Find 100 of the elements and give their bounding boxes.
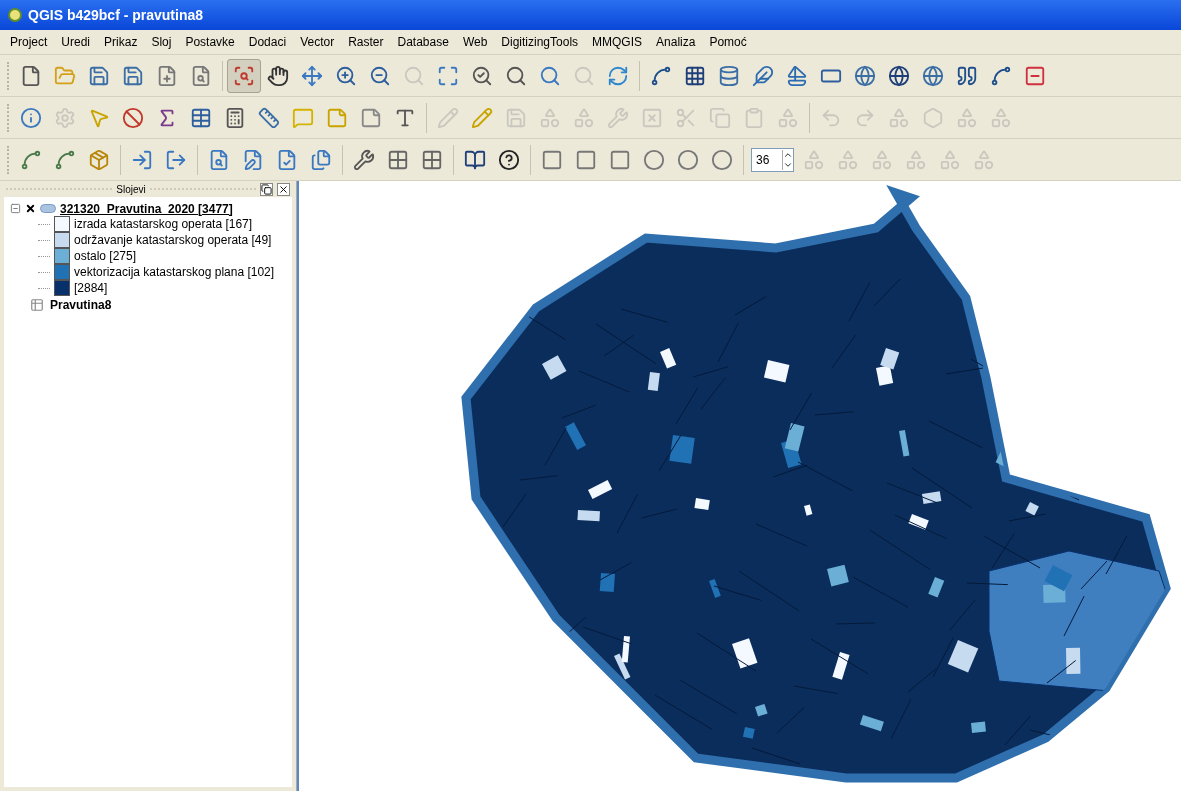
clipboard-icon xyxy=(743,106,765,129)
magnifier-icon xyxy=(403,64,425,87)
circle-icon xyxy=(711,148,733,171)
square-x-icon xyxy=(641,106,663,129)
wrench-icon xyxy=(353,148,375,171)
magnifier-icon xyxy=(471,64,493,87)
menu-item[interactable]: Web xyxy=(462,33,488,51)
full-extent-icon xyxy=(437,64,459,87)
vertex-line-icon xyxy=(990,64,1012,87)
shapes-icon xyxy=(871,148,893,171)
square-icon xyxy=(575,148,597,171)
circle-icon xyxy=(643,148,665,171)
menu-item[interactable]: MMQGIS xyxy=(592,33,643,51)
globe-icon xyxy=(922,64,944,87)
folder-icon xyxy=(54,64,76,87)
grid-icon xyxy=(684,64,706,87)
scissors-icon xyxy=(675,106,697,129)
gear-icon xyxy=(54,106,76,129)
file-search-icon xyxy=(208,148,230,171)
float-icon[interactable] xyxy=(260,182,273,196)
polygon-layer-icon xyxy=(40,204,56,213)
shapes-icon xyxy=(777,106,799,129)
package-icon xyxy=(88,148,110,171)
menu-item[interactable]: Dodaci xyxy=(248,33,287,51)
table-layer-icon xyxy=(30,298,44,312)
hexagon-icon xyxy=(922,106,944,129)
shapes-icon xyxy=(973,148,995,171)
book-icon xyxy=(464,148,486,171)
shapes-icon xyxy=(990,106,1012,129)
menu-item[interactable]: Vector xyxy=(300,33,335,51)
note-icon xyxy=(326,106,348,129)
log-out-icon xyxy=(165,148,187,171)
square-icon xyxy=(541,148,563,171)
log-in-icon xyxy=(131,148,153,171)
legend-label: vektorizacija katastarskog plana [102] xyxy=(74,264,275,281)
help-icon xyxy=(498,148,520,171)
copy-icon xyxy=(709,106,731,129)
file-check-icon xyxy=(276,148,298,171)
app-logo-icon xyxy=(8,8,22,22)
square-minus-icon xyxy=(1024,64,1046,87)
menu-item[interactable]: Postavke xyxy=(185,33,235,51)
layer-name[interactable]: 321320_Pravutina_2020 [3477] xyxy=(60,199,233,218)
magnifier-icon xyxy=(505,64,527,87)
menu-item[interactable]: Project xyxy=(10,33,48,51)
menu-item[interactable]: Pomoć xyxy=(709,33,747,51)
layer-name[interactable]: Pravutina8 xyxy=(50,296,112,314)
grid-icon xyxy=(387,148,409,171)
close-icon[interactable] xyxy=(277,182,290,196)
window-title: QGIS b429bcf - pravutina8 xyxy=(28,5,204,25)
globe-icon xyxy=(888,64,910,87)
shapes-icon xyxy=(837,148,859,171)
vertex-line-icon xyxy=(54,148,76,171)
legend-label: ostalo [275] xyxy=(74,248,137,265)
menu-item[interactable]: Database xyxy=(397,33,449,51)
shapes-icon xyxy=(905,148,927,171)
menu-item[interactable]: Analiza xyxy=(656,33,696,51)
legend-label: održavanje katastarskog operata [49] xyxy=(74,232,272,249)
shapes-icon xyxy=(888,106,910,129)
file-search-icon xyxy=(190,64,212,87)
sail-icon xyxy=(786,64,808,87)
magnifier-icon xyxy=(233,64,255,87)
info-icon xyxy=(20,106,42,129)
menu-item[interactable]: Prikaz xyxy=(104,33,138,51)
shapes-icon xyxy=(573,106,595,129)
vertex-line-icon xyxy=(650,64,672,87)
feather-icon xyxy=(752,64,774,87)
wrench-icon xyxy=(607,106,629,129)
calculator-icon xyxy=(224,106,246,129)
files-icon xyxy=(310,148,332,171)
note-icon xyxy=(360,106,382,129)
menu-item[interactable]: Uredi xyxy=(61,33,91,51)
file-plus-icon xyxy=(156,64,178,87)
shapes-icon xyxy=(539,106,561,129)
zoom-out-icon xyxy=(369,64,391,87)
square-icon xyxy=(609,148,631,171)
spin-box[interactable]: 36 xyxy=(751,147,794,172)
legend-label: [2884] xyxy=(74,280,108,297)
hand-icon xyxy=(267,64,289,87)
ban-icon xyxy=(122,106,144,129)
menu-item[interactable]: Sloj xyxy=(151,33,172,51)
globe-icon xyxy=(854,64,876,87)
circle-icon xyxy=(677,148,699,171)
database-icon xyxy=(718,64,740,87)
spin-value: 36 xyxy=(755,151,771,169)
legend-label: izrada katastarskog operata [167] xyxy=(74,216,253,233)
collapse-icon[interactable] xyxy=(10,203,21,214)
zoom-in-icon xyxy=(335,64,357,87)
panel-title: Slojevi xyxy=(116,182,146,197)
refresh-icon xyxy=(607,64,629,87)
pencil-icon xyxy=(437,106,459,129)
shapes-icon xyxy=(956,106,978,129)
menu-item[interactable]: Raster xyxy=(348,33,384,51)
grid-icon xyxy=(421,148,443,171)
layer-checkbox[interactable] xyxy=(25,203,36,214)
shapes-icon xyxy=(803,148,825,171)
magnifier-icon xyxy=(573,64,595,87)
magnifier-icon xyxy=(539,64,561,87)
speech-bubble-icon xyxy=(292,106,314,129)
ruler-icon xyxy=(258,106,280,129)
menu-item[interactable]: DigitizingTools xyxy=(501,33,579,51)
